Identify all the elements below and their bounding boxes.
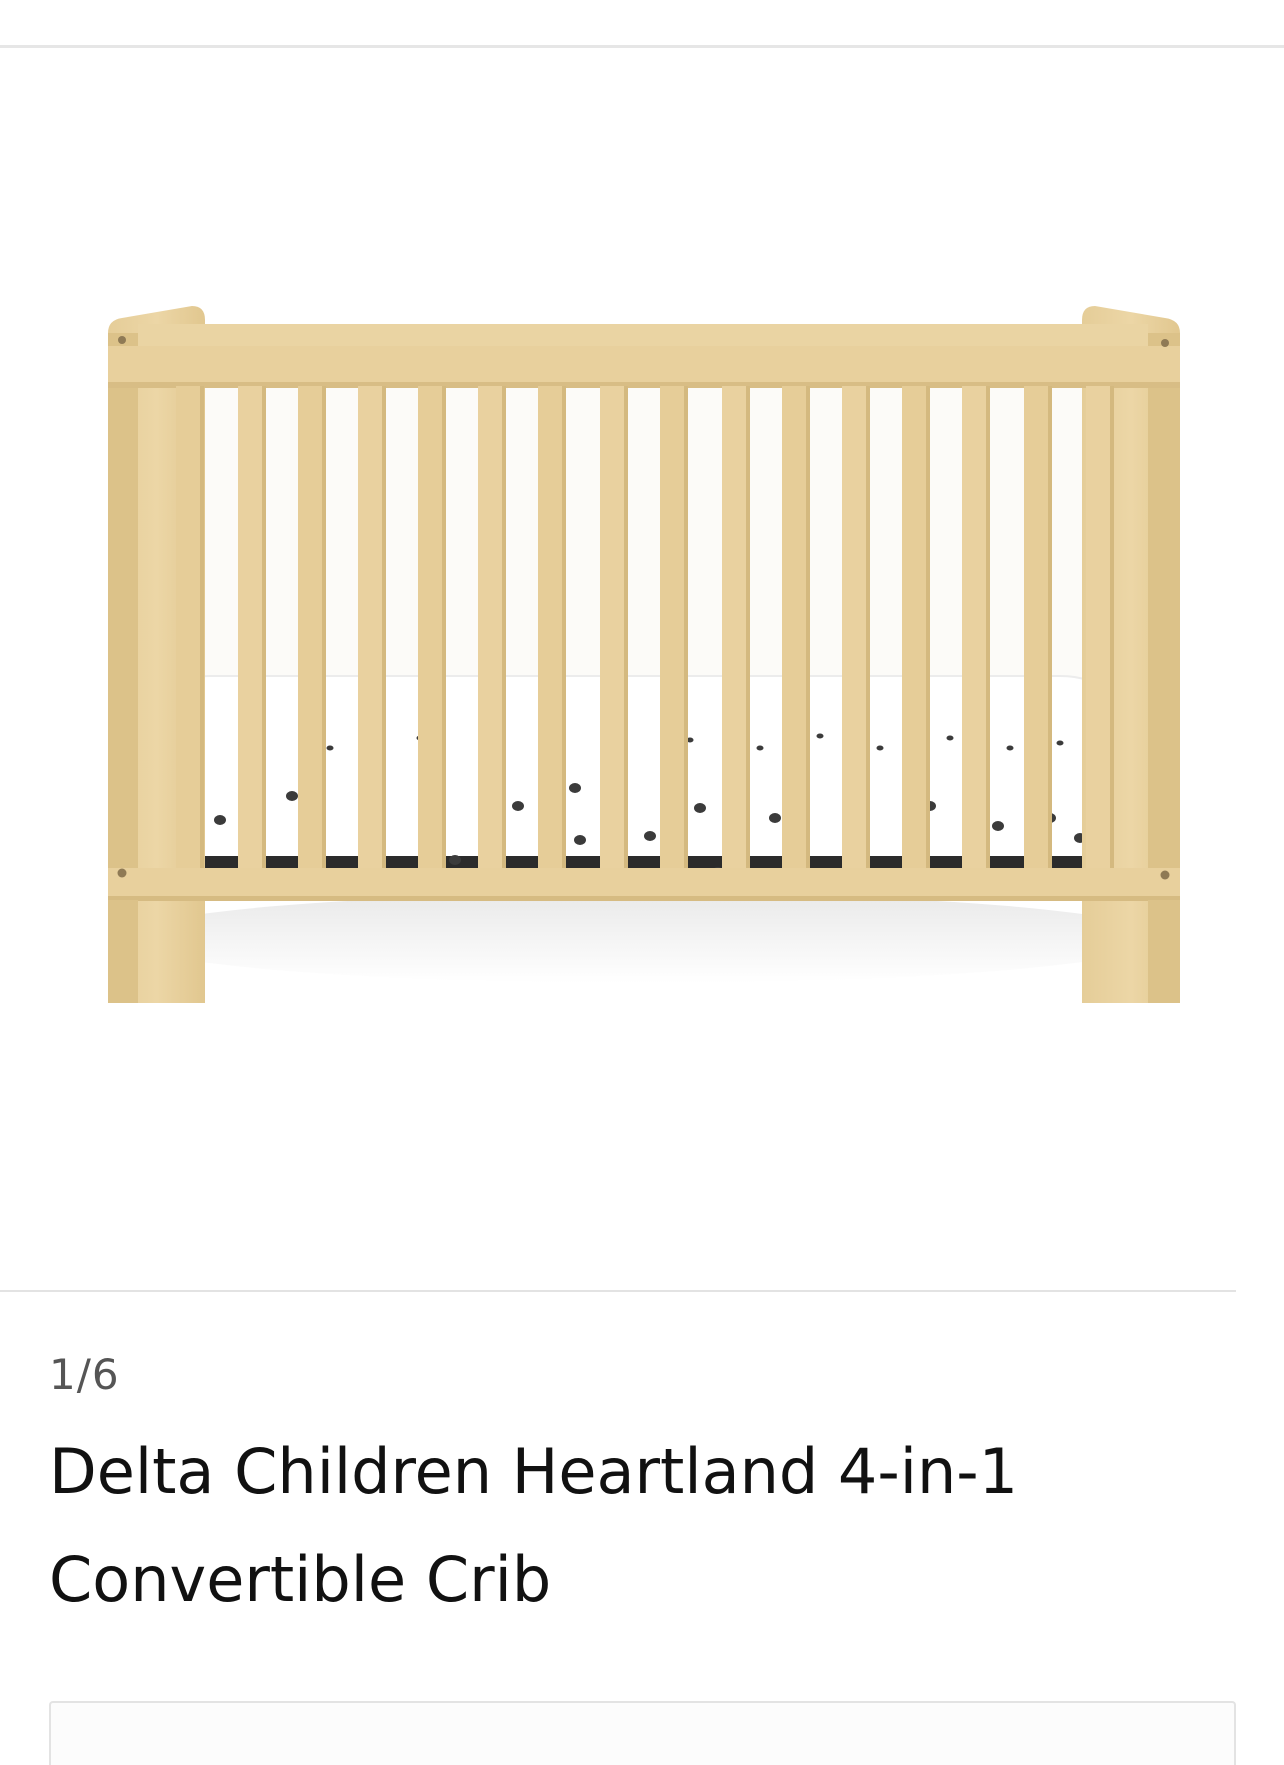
crib-slat — [418, 386, 446, 870]
crib-slat — [298, 386, 326, 870]
crib-slat-edge — [382, 386, 386, 870]
crib-slat — [842, 386, 870, 870]
crib-slat-edge — [502, 386, 506, 870]
crib-slat-edge — [200, 386, 204, 870]
crib-slat-edge — [926, 386, 930, 870]
mattress-dot — [756, 745, 764, 751]
product-options-panel[interactable] — [49, 1701, 1236, 1765]
product-title: Delta Children Heartland 4-in-1 Converti… — [49, 1435, 1019, 1616]
crib-slat — [660, 386, 688, 870]
crib-slat-edge — [562, 386, 566, 870]
crib-slat — [478, 386, 506, 870]
mattress-dot — [449, 855, 461, 865]
crib-slat-edge — [986, 386, 990, 870]
crib-slat — [722, 386, 750, 870]
mattress-dot — [1056, 740, 1064, 746]
crib-slat — [782, 386, 810, 870]
crib-slat — [962, 386, 990, 870]
gallery-divider — [0, 1290, 1236, 1292]
crib-slat-edge — [322, 386, 326, 870]
crib-slat-edge — [1048, 386, 1052, 870]
crib-slat-edge — [746, 386, 750, 870]
crib-slat-edge — [1110, 386, 1114, 870]
mattress-dot — [1006, 745, 1014, 751]
mattress-dot — [694, 803, 706, 813]
mattress-dot — [816, 733, 824, 739]
crib-slat-edge — [442, 386, 446, 870]
crib-slat — [176, 386, 204, 870]
crib-product-image[interactable] — [0, 48, 1284, 1290]
mattress-dot — [876, 745, 884, 751]
mattress-dot — [946, 735, 954, 741]
product-page: 1/6 Delta Children Heartland 4-in-1 Conv… — [0, 0, 1284, 1765]
image-counter: 1/6 — [49, 1350, 120, 1399]
mattress-dot — [574, 835, 586, 845]
mattress-dot — [286, 791, 298, 801]
crib-slat — [538, 386, 566, 870]
crib-slat-edge — [684, 386, 688, 870]
crib-slat-edge — [806, 386, 810, 870]
mattress-dot — [992, 821, 1004, 831]
crib-slat-edge — [866, 386, 870, 870]
mattress-dot — [644, 831, 656, 841]
crib-slat — [358, 386, 386, 870]
crib-slat — [902, 386, 930, 870]
mattress-dot — [769, 813, 781, 823]
mattress-dot — [569, 783, 581, 793]
crib-slat-edge — [262, 386, 266, 870]
mattress-dot — [512, 801, 524, 811]
crib-slat — [1086, 386, 1114, 870]
crib-slat-edge — [624, 386, 628, 870]
crib-slat — [238, 386, 266, 870]
mattress-dot — [326, 745, 334, 751]
crib-slat — [600, 386, 628, 870]
crib-slat — [1024, 386, 1052, 870]
product-image-gallery[interactable] — [0, 48, 1284, 1290]
mattress-dot — [214, 815, 226, 825]
